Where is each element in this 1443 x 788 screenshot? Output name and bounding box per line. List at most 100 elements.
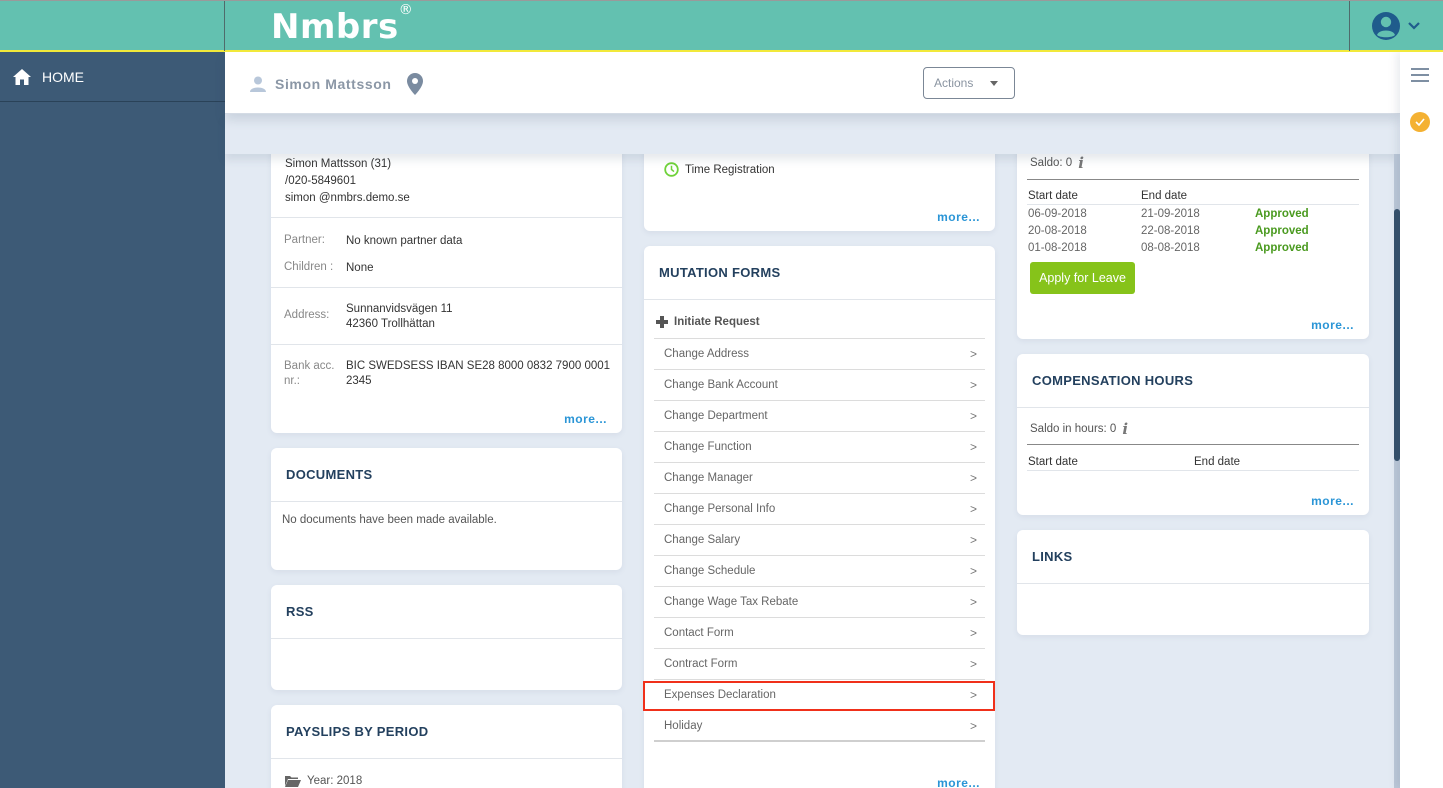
profile-more-link[interactable]: more... xyxy=(564,412,607,426)
links-card: LINKS xyxy=(1017,530,1369,635)
payslips-card: PAYSLIPS BY PERIOD Year: 2018 xyxy=(271,705,622,788)
column-header-end-date: End date xyxy=(1141,189,1188,202)
leave-table-header: Start date End date xyxy=(1027,187,1359,205)
compensation-table-header: Start date End date xyxy=(1027,453,1359,471)
initiate-request-button[interactable]: Initiate Request xyxy=(656,316,760,328)
mutation-form-item[interactable]: Contract Form > xyxy=(654,649,985,680)
address-line-2: 42360 Trollhättan xyxy=(346,318,435,330)
employee-info: Simon Mattsson xyxy=(249,72,424,96)
children-value: None xyxy=(346,262,374,274)
bank-value: BIC SWEDSESS IBAN SE28 8000 0832 7900 00… xyxy=(346,359,610,389)
leave-row: 20-08-2018 22-08-2018 Approved xyxy=(1027,222,1359,239)
employee-name-age: Simon Mattsson (31) xyxy=(285,158,392,170)
chevron-right-icon: > xyxy=(969,688,977,702)
mutation-form-label: Change Salary xyxy=(664,534,741,546)
payslip-year-label: Year: 2018 xyxy=(307,775,363,787)
actions-dropdown[interactable]: Actions xyxy=(923,67,1015,99)
mutation-form-label: Change Schedule xyxy=(664,565,756,577)
mutation-form-item[interactable]: Expenses Declaration > xyxy=(654,680,985,711)
initiate-request-label: Initiate Request xyxy=(674,316,760,328)
info-icon[interactable]: i xyxy=(1078,154,1084,172)
divider xyxy=(1027,179,1359,180)
card-title: MUTATION FORMS xyxy=(644,246,995,300)
mutation-form-item[interactable]: Change Personal Info > xyxy=(654,494,985,525)
person-icon xyxy=(250,76,266,92)
employee-name[interactable]: Simon Mattsson xyxy=(275,76,392,92)
info-icon[interactable]: i xyxy=(1122,420,1128,438)
mutation-forms-card: MUTATION FORMS Initiate Request Change A… xyxy=(644,246,995,788)
end-date: 08-08-2018 xyxy=(1141,241,1200,254)
leave-row: 06-09-2018 21-09-2018 Approved xyxy=(1027,205,1359,222)
divider xyxy=(271,287,622,288)
start-date: 01-08-2018 xyxy=(1028,241,1087,254)
location-pin-icon[interactable] xyxy=(406,72,424,96)
compensation-more-link[interactable]: more... xyxy=(1311,494,1354,508)
leave-more-link[interactable]: more... xyxy=(1311,318,1354,332)
mutation-form-item[interactable]: Change Schedule > xyxy=(654,556,985,587)
apply-for-leave-button[interactable]: Apply for Leave xyxy=(1030,262,1135,294)
nmbrs-logo[interactable]: Nmbrs® xyxy=(271,2,413,47)
mutation-form-item[interactable]: Holiday > xyxy=(654,711,985,742)
profile-card: Simon Mattsson (31) /020-5849601 simon @… xyxy=(271,130,622,433)
address-label: Address: xyxy=(284,309,330,321)
address-value: Sunnanvidsvägen 11 42360 Trollhättan xyxy=(346,302,453,332)
mutation-form-item[interactable]: Change Manager > xyxy=(654,463,985,494)
start-date: 20-08-2018 xyxy=(1028,224,1087,237)
address-line-1: Sunnanvidsvägen 11 xyxy=(346,303,453,315)
status-badge: Approved xyxy=(1255,207,1309,220)
compensation-table: Start date End date xyxy=(1027,453,1359,471)
time-registration-link[interactable]: Time Registration xyxy=(664,162,775,177)
tasks-check-button[interactable] xyxy=(1410,112,1430,132)
sidebar-item-label: HOME xyxy=(42,68,84,85)
home-icon xyxy=(13,68,31,85)
chevron-right-icon: > xyxy=(969,502,977,516)
card-title: COMPENSATION HOURS xyxy=(1017,354,1369,408)
leave-saldo: Saldo: 0 i xyxy=(1030,154,1084,172)
mutation-form-item[interactable]: Change Wage Tax Rebate > xyxy=(654,587,985,618)
chevron-right-icon: > xyxy=(969,409,977,423)
divider xyxy=(1027,444,1359,445)
user-menu-button[interactable] xyxy=(1371,11,1421,41)
mutation-form-item[interactable]: Change Function > xyxy=(654,432,985,463)
checkmark-icon xyxy=(1415,118,1425,126)
sidebar-item-home[interactable]: HOME xyxy=(0,52,225,102)
payslip-year-folder[interactable]: Year: 2018 xyxy=(285,775,362,787)
time-registration-more-link[interactable]: more... xyxy=(937,210,980,224)
end-date: 21-09-2018 xyxy=(1141,207,1200,220)
hamburger-menu-button[interactable] xyxy=(1411,67,1429,88)
rss-card: RSS xyxy=(271,585,622,690)
mutation-form-label: Change Department xyxy=(664,410,768,422)
mutation-form-label: Expenses Declaration xyxy=(664,689,776,701)
mutation-form-item[interactable]: Change Bank Account > xyxy=(654,370,985,401)
logo-trademark: ® xyxy=(398,1,414,18)
chevron-right-icon: > xyxy=(969,533,977,547)
phone-number: /020-5849601 xyxy=(285,175,356,187)
clock-icon xyxy=(664,162,679,177)
mutation-form-item[interactable]: Change Department > xyxy=(654,401,985,432)
leave-card: Saldo: 0 i Start date End date 06-09-201… xyxy=(1017,130,1369,339)
compensation-hours-card: COMPENSATION HOURS Saldo in hours: 0 i S… xyxy=(1017,354,1369,515)
start-date: 06-09-2018 xyxy=(1028,207,1087,220)
end-date: 22-08-2018 xyxy=(1141,224,1200,237)
hamburger-icon xyxy=(1411,68,1429,82)
chevron-right-icon: > xyxy=(969,347,977,361)
employee-header: Simon Mattsson Actions xyxy=(225,52,1400,114)
mutation-form-item[interactable]: Contact Form > xyxy=(654,618,985,649)
column-header-end-date: End date xyxy=(1194,455,1241,468)
contact-info: Simon Mattsson (31) /020-5849601 simon @… xyxy=(285,156,410,207)
right-panel xyxy=(1400,52,1443,788)
chevron-right-icon: > xyxy=(969,378,977,392)
compensation-saldo: Saldo in hours: 0 i xyxy=(1030,420,1128,438)
mutation-form-label: Change Address xyxy=(664,348,750,360)
bank-value-line-2: 2345 xyxy=(346,375,372,387)
mutation-forms-more-link[interactable]: more... xyxy=(937,776,980,788)
chevron-right-icon: > xyxy=(969,564,977,578)
chevron-right-icon: > xyxy=(969,471,977,485)
mutation-form-label: Contract Form xyxy=(664,658,738,670)
mutation-form-item[interactable]: Change Salary > xyxy=(654,525,985,556)
chevron-down-icon xyxy=(1408,22,1420,30)
mutation-form-label: Change Personal Info xyxy=(664,503,776,515)
mutation-form-item[interactable]: Change Address > xyxy=(654,339,985,370)
column-header-start-date: Start date xyxy=(1028,455,1078,468)
divider xyxy=(271,344,622,345)
